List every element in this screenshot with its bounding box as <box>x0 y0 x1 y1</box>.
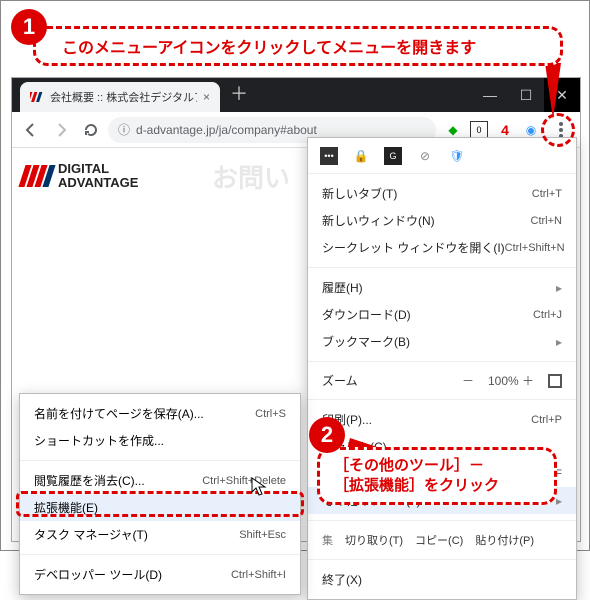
callout-1-text: このメニューアイコンをクリックしてメニューを開きます <box>62 34 476 58</box>
window-buttons: — ☐ ✕ <box>472 78 580 112</box>
maximize-button[interactable]: ☐ <box>508 78 544 112</box>
step-badge-1: 1 <box>11 9 47 45</box>
browser-tab[interactable]: 会社概要 :: 株式会社デジタルアドバ × <box>20 82 220 112</box>
callout-2-line2: ［拡張機能］をクリック <box>334 476 540 496</box>
menu-new-window[interactable]: 新しいウィンドウ(N)Ctrl+N <box>308 207 576 234</box>
menu-exit[interactable]: 終了(X) <box>308 566 576 593</box>
fullscreen-icon[interactable] <box>548 374 562 388</box>
extension-icon-blue[interactable]: ◉ <box>522 121 540 139</box>
cursor-icon <box>251 477 267 497</box>
submenu-arrow-icon: ▸ <box>556 281 562 295</box>
callout-2-line1: ［その他のツール］－ <box>334 456 540 476</box>
menu-paste[interactable]: 貼り付け(P) <box>475 532 534 548</box>
menu-ext-icon-3[interactable]: G <box>384 147 402 165</box>
zoom-out-button[interactable]: － <box>458 372 478 389</box>
callout-1: このメニューアイコンをクリックしてメニューを開きます <box>33 26 563 66</box>
menu-ext-icon-5[interactable]: 🛡 <box>448 147 466 165</box>
submenu-dev-tools[interactable]: デベロッパー ツール(D)Ctrl+Shift+I <box>20 561 300 588</box>
extension-icon-number[interactable]: 4 <box>496 121 514 139</box>
extension-icons: ◆ 0 4 ◉ <box>440 121 544 139</box>
zoom-value: 100% <box>488 374 508 388</box>
submenu-save-page[interactable]: 名前を付けてページを保存(A)...Ctrl+S <box>20 400 300 427</box>
chrome-main-menu: ••• 🔒 G ⊘ 🛡 新しいタブ(T)Ctrl+T 新しいウィンドウ(N)Ct… <box>307 137 577 600</box>
minimize-button[interactable]: — <box>472 78 508 112</box>
callout-1-arrow <box>545 63 561 119</box>
menu-ext-icon-4[interactable]: ⊘ <box>416 147 434 165</box>
back-button[interactable] <box>18 117 44 143</box>
submenu-extensions[interactable]: 拡張機能(E) <box>20 494 300 521</box>
url-text: d-advantage.jp/ja/company#about <box>136 123 317 137</box>
menu-copy[interactable]: コピー(C) <box>415 532 463 548</box>
reload-button[interactable] <box>78 117 104 143</box>
submenu-arrow-icon: ▸ <box>556 494 562 508</box>
submenu-create-shortcut[interactable]: ショートカットを作成... <box>20 427 300 454</box>
submenu-arrow-icon: ▸ <box>556 335 562 349</box>
faded-heading: お問い <box>212 158 290 195</box>
step-badge-2: 2 <box>309 417 345 453</box>
extension-icon-green[interactable]: ◆ <box>444 121 462 139</box>
zoom-in-button[interactable]: ＋ <box>518 372 538 389</box>
callout-2: ［その他のツール］－ ［拡張機能］をクリック <box>317 447 557 505</box>
submenu-task-manager[interactable]: タスク マネージャ(T)Shift+Esc <box>20 521 300 548</box>
menu-edit-row: 集 切り取り(T) コピー(C) 貼り付け(P) <box>308 527 576 553</box>
extension-icon-qr[interactable]: 0 <box>470 121 488 139</box>
menu-new-tab[interactable]: 新しいタブ(T)Ctrl+T <box>308 180 576 207</box>
menu-cut[interactable]: 切り取り(T) <box>345 532 403 548</box>
menu-incognito[interactable]: シークレット ウィンドウを開く(I)Ctrl+Shift+N <box>308 234 576 261</box>
menu-print[interactable]: 印刷(P)...Ctrl+P <box>308 406 576 433</box>
forward-button[interactable] <box>48 117 74 143</box>
site-favicon <box>30 90 44 104</box>
menu-extension-row: ••• 🔒 G ⊘ 🛡 <box>308 138 576 174</box>
menu-ext-icon-1[interactable]: ••• <box>320 147 338 165</box>
menu-history[interactable]: 履歴(H)▸ <box>308 274 576 301</box>
tab-close-icon[interactable]: × <box>203 90 210 104</box>
menu-downloads[interactable]: ダウンロード(D)Ctrl+J <box>308 301 576 328</box>
menu-zoom-row: ズーム － 100% ＋ <box>308 368 576 393</box>
tab-title: 会社概要 :: 株式会社デジタルアドバ <box>50 89 197 105</box>
menu-ext-icon-2[interactable]: 🔒 <box>352 147 370 165</box>
tab-bar: 会社概要 :: 株式会社デジタルアドバ × ＋ — ☐ ✕ <box>12 78 580 112</box>
logo-line2: ADVANTAGE <box>58 175 138 190</box>
site-info-icon[interactable]: ⓘ <box>118 121 130 138</box>
new-tab-button[interactable]: ＋ <box>230 80 248 106</box>
menu-bookmarks[interactable]: ブックマーク(B)▸ <box>308 328 576 355</box>
